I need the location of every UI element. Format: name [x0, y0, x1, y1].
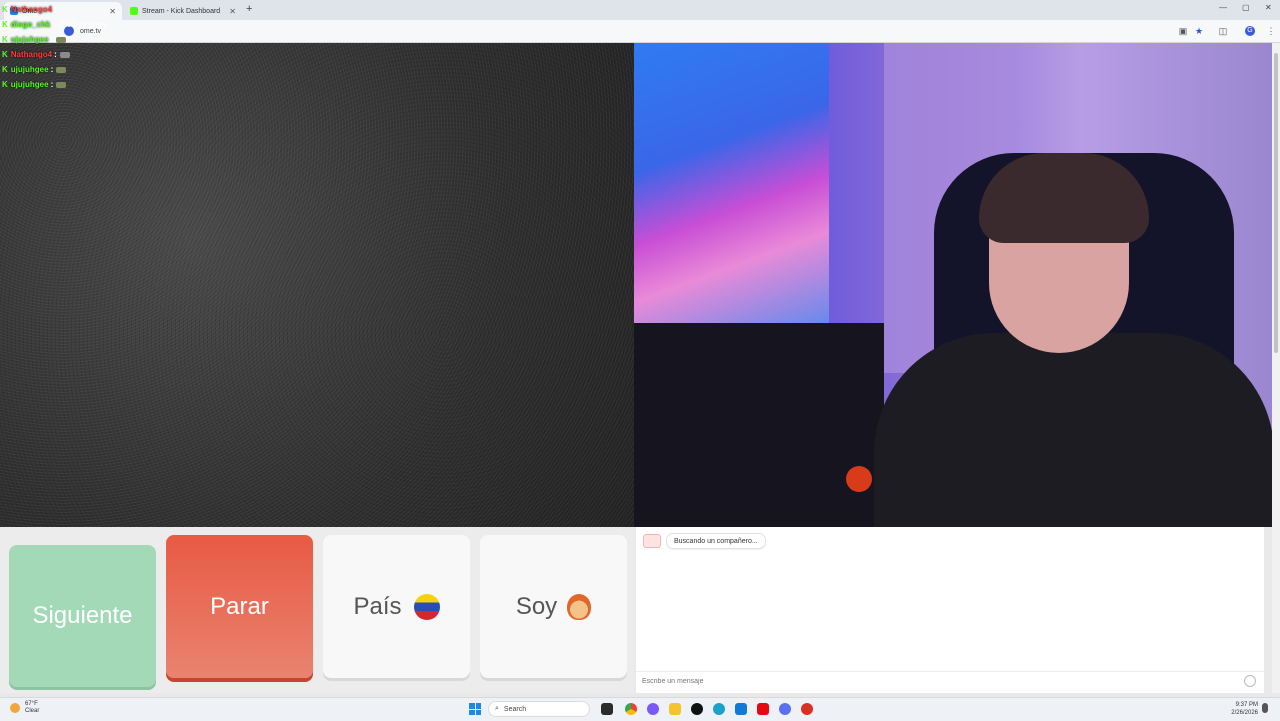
maximize-icon[interactable]: ▢	[1242, 3, 1250, 12]
kick-icon: K	[2, 5, 8, 14]
weather-widget[interactable]: 67°F Clear	[10, 701, 39, 715]
next-button-label: Siguiente	[32, 602, 133, 629]
emote-icon	[59, 51, 70, 58]
emote-icon	[56, 81, 67, 88]
clock-date: 2/26/2026	[1231, 710, 1258, 716]
store-icon[interactable]	[735, 703, 747, 715]
chat-panel: Buscando un compañero...	[636, 527, 1264, 693]
venezuela-flag-icon	[413, 593, 440, 620]
clock-time: 9:37 PM	[1235, 702, 1258, 708]
close-icon[interactable]: ✕	[109, 7, 116, 16]
emoji-picker-icon[interactable]	[1244, 675, 1256, 687]
netflix-icon[interactable]	[757, 703, 769, 715]
chat-line: K ujujuhgee :	[2, 77, 107, 92]
stop-button[interactable]: Parar	[166, 535, 313, 678]
chat-username: ujujuhgee	[10, 65, 49, 74]
country-button[interactable]: País	[323, 535, 470, 678]
woman-emoji-icon	[567, 593, 592, 620]
kick-icon: K	[2, 50, 8, 59]
new-tab-button[interactable]: +	[246, 3, 252, 15]
tab-label: Stream - Kick Dashboard	[142, 7, 221, 15]
menu-kebab-icon[interactable]: ⋮	[1266, 26, 1276, 36]
profile-avatar[interactable]: G	[1245, 26, 1255, 36]
extensions-icon[interactable]: ◫	[1218, 26, 1228, 36]
kick-icon: K	[2, 35, 8, 44]
edge-icon[interactable]	[713, 703, 725, 715]
stop-button-label: Parar	[210, 592, 269, 620]
chat-username: Nathango4	[10, 5, 53, 14]
tiktok-icon[interactable]	[691, 703, 703, 715]
chat-line: K diego_chk : 1500 ya ggga	[2, 17, 107, 32]
country-button-label: País	[353, 592, 402, 620]
kick-icon: K	[2, 65, 8, 74]
kick-icon: K	[2, 80, 8, 89]
taskbar: 67°F Clear ⌕ Search 9:37 PM 2/26/2026	[0, 697, 1280, 721]
windows-start-icon[interactable]	[469, 703, 481, 715]
notification-icon[interactable]	[1262, 703, 1268, 713]
system-clock[interactable]: 9:37 PM 2/26/2026	[1231, 701, 1258, 717]
control-panel: Siguiente Parar País Soy	[0, 527, 634, 693]
app-icon[interactable]	[647, 703, 659, 715]
obs-icon[interactable]	[801, 703, 813, 715]
sun-icon	[10, 703, 20, 713]
scrollbar-thumb[interactable]	[1274, 53, 1278, 353]
address-bar: ome.tv ▣ ★ ◫ G ⋮	[0, 20, 1280, 43]
person-hair	[979, 153, 1149, 243]
bookmark-star-icon[interactable]: ★	[1194, 26, 1204, 36]
tab-kick-dashboard[interactable]: Stream - Kick Dashboard ✕	[124, 2, 242, 20]
close-icon[interactable]: ✕	[229, 7, 236, 16]
chat-username: ujujuhgee	[10, 35, 49, 44]
page-scrollbar[interactable]	[1272, 43, 1280, 693]
static-noise	[0, 43, 634, 527]
weather-desc: Clear	[25, 708, 40, 714]
partner-video	[0, 43, 634, 527]
chat-separator: :	[50, 65, 54, 74]
url-field[interactable]: ome.tv	[64, 23, 1164, 39]
close-window-icon[interactable]: ✕	[1265, 3, 1272, 12]
chat-line: K Nathango4 :	[2, 47, 107, 62]
chat-line: K ujujuhgee :	[2, 62, 107, 77]
chrome-icon[interactable]	[625, 703, 637, 715]
emote-icon	[56, 66, 67, 73]
gender-button-label: Soy	[515, 592, 558, 620]
status-message: Buscando un compañero...	[666, 533, 766, 549]
chat-line: K ujujuhgee :	[2, 32, 107, 47]
chat-separator: :	[52, 20, 56, 29]
task-view-icon[interactable]	[601, 703, 613, 715]
emote-icon	[56, 36, 67, 43]
next-button[interactable]: Siguiente	[9, 545, 156, 687]
chat-text: 1500 ya ggga	[58, 20, 107, 29]
status-text: Buscando un compañero...	[674, 537, 758, 545]
basketball	[846, 466, 872, 492]
chat-separator: :	[50, 35, 54, 44]
chat-username: Nathango4	[10, 50, 53, 59]
install-app-icon[interactable]: ▣	[1178, 26, 1188, 36]
search-label: Search	[503, 705, 527, 713]
stream-chat-overlay: K Nathango4 : K diego_chk : 1500 ya ggga…	[2, 2, 107, 92]
gender-button[interactable]: Soy	[480, 535, 627, 678]
chat-separator: :	[50, 80, 54, 89]
system-avatar-icon	[643, 534, 661, 548]
kick-favicon-icon	[130, 7, 138, 15]
self-camera-video	[634, 43, 1273, 527]
chat-username: ujujuhgee	[10, 80, 49, 89]
chat-separator: :	[54, 5, 57, 14]
taskbar-search[interactable]: ⌕ Search	[488, 701, 590, 717]
chat-separator: :	[54, 50, 57, 59]
chat-line: K Nathango4 :	[2, 2, 107, 17]
person-shirt	[874, 333, 1273, 527]
search-icon: ⌕	[495, 705, 499, 712]
browser-tab-strip: Ome ✕ Stream - Kick Dashboard ✕ + — ▢ ✕	[0, 0, 1280, 20]
minimize-icon[interactable]: —	[1219, 3, 1227, 12]
discord-icon[interactable]	[779, 703, 791, 715]
tv-screen	[634, 43, 829, 343]
message-input[interactable]	[636, 671, 1264, 691]
kick-icon: K	[2, 20, 8, 29]
weather-temp: 67°F	[25, 701, 38, 707]
chat-username: diego_chk	[10, 20, 51, 29]
file-explorer-icon[interactable]	[669, 703, 681, 715]
tv-stand	[634, 323, 884, 527]
